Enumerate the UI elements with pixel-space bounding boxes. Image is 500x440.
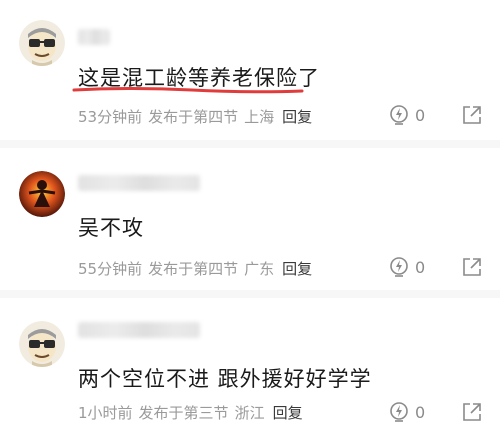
share-arrow-icon [463,403,481,421]
comment-published: 发布于第三节 [138,404,229,422]
comment-published: 发布于第四节 [148,260,239,278]
lightning-bulb-icon [390,402,408,422]
like-count: 0 [415,257,426,277]
divider [0,140,500,148]
reply-button[interactable]: 回复 [282,260,312,278]
comment-meta: 55分钟前 发布于第四节 广东 回复 [78,258,312,279]
red-underline-annotation [72,87,304,94]
comment-feed: 这是混工龄等养老保险了 53分钟前 发布于第四节 上海 回复 0 吴不攻 55分… [0,0,500,440]
share-button[interactable] [462,402,482,422]
share-button[interactable] [462,105,482,125]
username-blurred[interactable] [78,29,110,45]
like-button[interactable]: 0 [389,401,425,423]
comment-item: 这是混工龄等养老保险了 53分钟前 发布于第四节 上海 回复 0 [0,0,500,140]
like-button[interactable]: 0 [389,256,425,278]
username-blurred[interactable] [78,175,200,191]
comment-meta: 53分钟前 发布于第四节 上海 回复 [78,106,312,127]
like-count: 0 [415,402,426,422]
comment-meta: 1小时前 发布于第三节 浙江 回复 [78,402,303,423]
lightning-bulb-icon [390,257,408,277]
divider [0,290,500,298]
comment-time: 55分钟前 [78,260,143,278]
share-arrow-icon [463,106,481,124]
lightning-bulb-icon [390,105,408,125]
comment-published: 发布于第四节 [148,108,239,126]
comment-item: 两个空位不进 跟外援好好学学 1小时前 发布于第三节 浙江 回复 0 [0,300,500,440]
comment-location: 上海 [244,108,275,126]
comment-text: 吴不攻 [78,216,144,240]
comment-text: 两个空位不进 跟外援好好学学 [78,367,372,391]
flame-figure-avatar-icon[interactable] [19,171,65,217]
comment-time: 53分钟前 [78,108,143,126]
like-count: 0 [415,105,426,125]
like-button[interactable]: 0 [389,104,425,126]
reply-button[interactable]: 回复 [282,108,312,126]
comment-time: 1小时前 [78,404,133,422]
glasses-face-avatar-icon[interactable] [19,321,65,367]
comment-location: 浙江 [234,404,265,422]
share-button[interactable] [462,257,482,277]
share-arrow-icon [463,258,481,276]
reply-button[interactable]: 回复 [273,404,303,422]
comment-location: 广东 [244,260,275,278]
glasses-face-avatar-icon[interactable] [19,20,65,66]
comment-item: 吴不攻 55分钟前 发布于第四节 广东 回复 0 [0,150,500,290]
username-blurred[interactable] [78,322,200,338]
